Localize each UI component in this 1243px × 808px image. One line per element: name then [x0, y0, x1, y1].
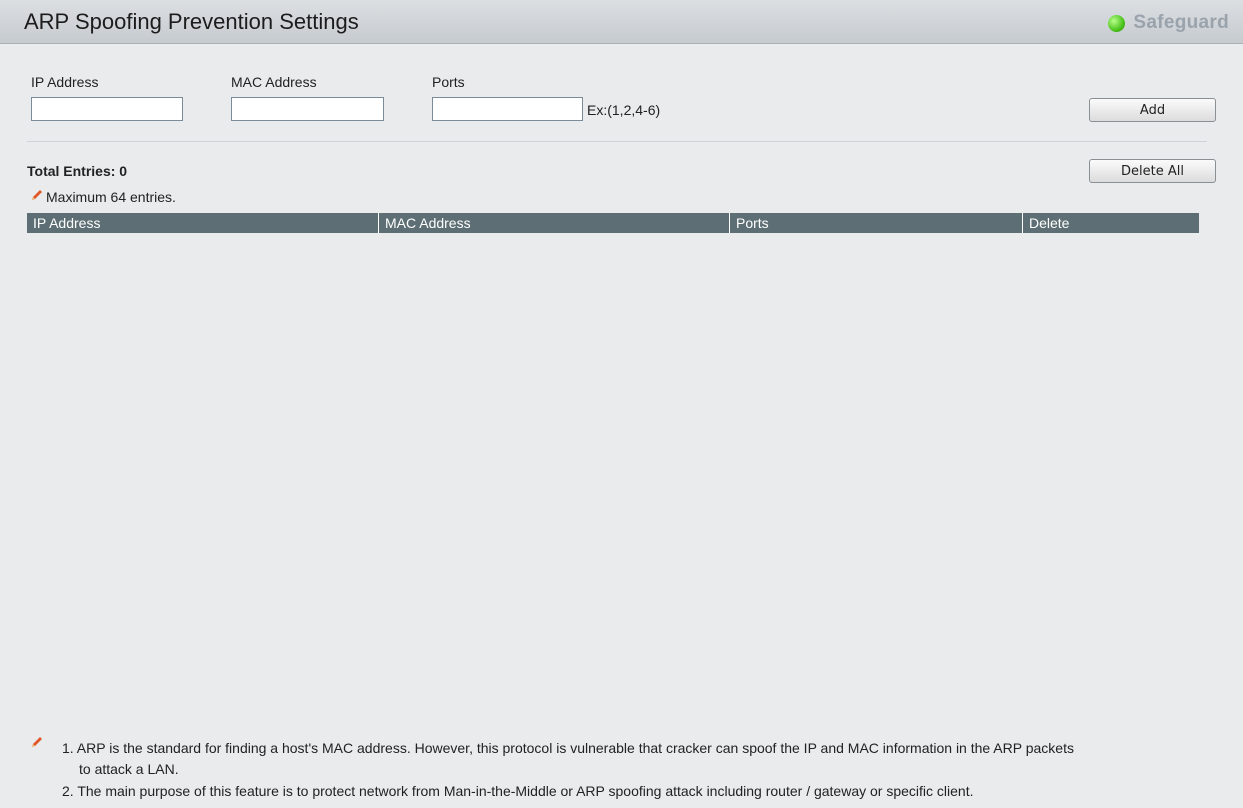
title-bar: ARP Spoofing Prevention Settings Safegua… — [0, 0, 1243, 44]
pencil-icon — [32, 737, 42, 747]
ports-label: Ports — [432, 74, 465, 90]
add-button[interactable]: Add — [1089, 98, 1216, 122]
safeguard-label: Safeguard — [1133, 12, 1229, 33]
pencil-icon — [32, 190, 42, 200]
column-header-mac: MAC Address — [379, 213, 730, 233]
note-2: 2. The main purpose of this feature is t… — [62, 783, 974, 799]
table-header: IP Address MAC Address Ports Delete — [27, 213, 1199, 233]
column-header-delete: Delete — [1029, 215, 1070, 231]
ip-address-input[interactable] — [31, 97, 183, 121]
total-entries: Total Entries: 0 — [27, 163, 128, 179]
page-title: ARP Spoofing Prevention Settings — [24, 9, 359, 34]
ports-hint: Ex:(1,2,4-6) — [587, 102, 661, 118]
ports-input[interactable] — [432, 97, 583, 121]
max-entries-note: Maximum 64 entries. — [46, 189, 176, 205]
column-header-ports: Ports — [730, 213, 1023, 233]
note-1: 1. ARP is the standard for finding a hos… — [62, 740, 1074, 756]
mac-address-label: MAC Address — [231, 74, 317, 90]
ip-address-label: IP Address — [31, 74, 99, 90]
column-header-ip: IP Address — [27, 213, 379, 233]
mac-address-input[interactable] — [231, 97, 384, 121]
safeguard-indicator[interactable]: Safeguard — [1108, 12, 1229, 34]
status-dot-icon — [1108, 14, 1126, 32]
note-1-continued: to attack a LAN. — [79, 761, 179, 777]
delete-all-button[interactable]: Delete All — [1089, 159, 1216, 183]
divider — [27, 141, 1207, 142]
